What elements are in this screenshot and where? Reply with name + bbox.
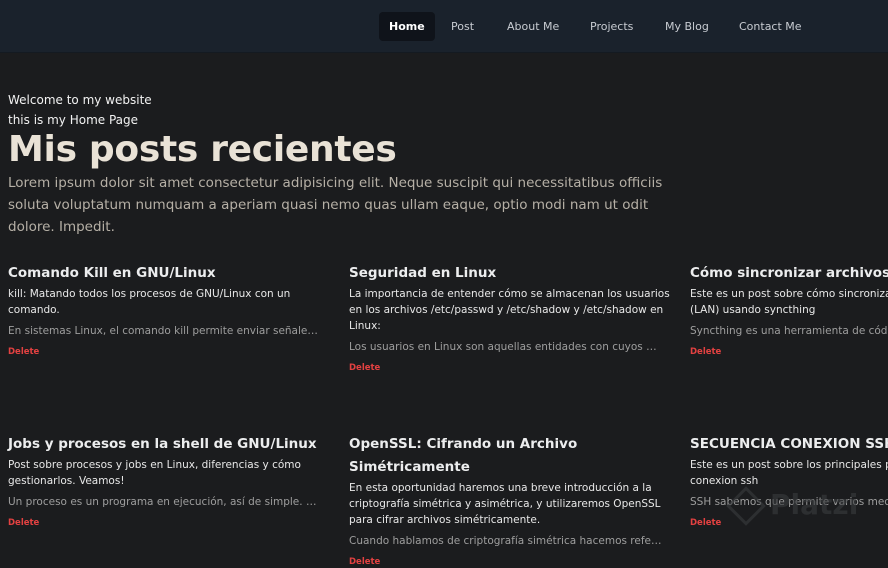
home-page-text: this is my Home Page — [8, 113, 139, 127]
post-card: Seguridad en Linux La importancia de ent… — [349, 262, 671, 374]
post-card: Cómo sincronizar archivos en Syncthing E… — [690, 262, 888, 358]
hero-section: Welcome to my website this is my Home Pa… — [8, 90, 708, 238]
post-excerpt: Cuando hablamos de criptografía simétric… — [349, 535, 663, 547]
post-title[interactable]: SECUENCIA CONEXION SSH — [690, 433, 888, 456]
post-summary: En esta oportunidad haremos una breve in… — [349, 482, 661, 526]
delete-post-button[interactable]: Delete — [8, 518, 39, 528]
delete-post-button[interactable]: Delete — [690, 518, 721, 528]
platzi-watermark: Platzi — [726, 486, 859, 526]
post-summary: kill: Matando todos los procesos de GNU/… — [8, 288, 291, 316]
post-title[interactable]: Jobs y procesos en la shell de GNU/Linux — [8, 433, 330, 456]
delete-post-button[interactable]: Delete — [349, 363, 380, 373]
page-title: Mis posts recientes — [8, 129, 397, 170]
post-title[interactable]: Seguridad en Linux — [349, 262, 671, 285]
post-summary: Este es un post sobre los principales pa… — [690, 459, 888, 487]
welcome-text: Welcome to my website — [8, 93, 152, 107]
post-card: Comando Kill en GNU/Linux kill: Matando … — [8, 262, 330, 358]
nav-home-link[interactable]: Home — [379, 12, 435, 41]
post-excerpt: En sistemas Linux, el comando kill permi… — [8, 325, 322, 337]
post-title[interactable]: Comando Kill en GNU/Linux — [8, 262, 330, 285]
page-description: Lorem ipsum dolor sit amet consectetur a… — [8, 175, 663, 235]
nav-contact-link[interactable]: Contact Me — [729, 12, 812, 41]
delete-post-button[interactable]: Delete — [8, 347, 39, 357]
top-navbar: Home Post About Me Projects My Blog Cont… — [0, 0, 888, 53]
post-title[interactable]: Cómo sincronizar archivos en Syncthing — [690, 262, 888, 285]
post-card: Jobs y procesos en la shell de GNU/Linux… — [8, 433, 330, 529]
platzi-logo-icon — [726, 486, 766, 526]
nav-post-link[interactable]: Post — [441, 12, 484, 41]
nav-projects-link[interactable]: Projects — [580, 12, 643, 41]
post-excerpt: Syncthing es una herramienta de código a… — [690, 325, 888, 337]
post-excerpt: Un proceso es un programa en ejecución, … — [8, 496, 322, 508]
post-summary: Este es un post sobre cómo sincronizar a… — [690, 288, 888, 316]
post-summary: Post sobre procesos y jobs en Linux, dif… — [8, 459, 301, 487]
delete-post-button[interactable]: Delete — [349, 557, 380, 567]
post-card: OpenSSL: Cifrando un Archivo Simétricame… — [349, 433, 671, 568]
post-excerpt: Los usuarios en Linux son aquellas entid… — [349, 341, 663, 353]
delete-post-button[interactable]: Delete — [690, 347, 721, 357]
nav-blog-link[interactable]: My Blog — [655, 12, 719, 41]
nav-about-link[interactable]: About Me — [497, 12, 569, 41]
post-title[interactable]: OpenSSL: Cifrando un Archivo Simétricame… — [349, 433, 671, 479]
post-summary: La importancia de entender cómo se almac… — [349, 288, 670, 332]
watermark-text: Platzi — [770, 488, 859, 521]
